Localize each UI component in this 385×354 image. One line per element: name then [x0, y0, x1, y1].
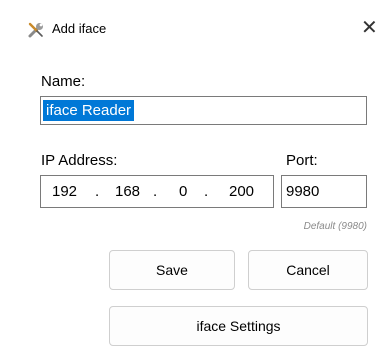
- ip-octet-4[interactable]: 200: [229, 183, 254, 200]
- cancel-button[interactable]: Cancel: [248, 250, 368, 290]
- ip-octet-1[interactable]: 192: [52, 183, 77, 200]
- name-label: Name:: [41, 73, 86, 90]
- port-default-hint: Default (9980): [303, 221, 367, 232]
- tools-icon: [28, 22, 43, 38]
- close-button[interactable]: ✕: [361, 10, 385, 46]
- window-title: Add iface: [52, 21, 107, 36]
- ip-octet-3[interactable]: 0: [179, 183, 187, 200]
- ip-octet-2[interactable]: 168: [115, 183, 140, 200]
- title-bar: Add iface ✕: [0, 0, 385, 54]
- ip-separator: .: [204, 183, 209, 200]
- ip-address-label: IP Address:: [41, 152, 118, 169]
- add-iface-dialog: Add iface ✕ Name: iface Reader IP Addres…: [0, 0, 385, 354]
- ip-separator: .: [153, 183, 158, 200]
- name-value: iface Reader: [43, 100, 135, 121]
- ip-separator: .: [95, 183, 100, 200]
- ip-address-input[interactable]: 192 . 168 . 0 . 200: [40, 175, 274, 208]
- save-button[interactable]: Save: [109, 250, 235, 290]
- port-label: Port:: [286, 152, 318, 169]
- port-input[interactable]: 9980: [281, 175, 367, 208]
- iface-settings-button[interactable]: iface Settings: [109, 306, 368, 346]
- name-input[interactable]: iface Reader: [40, 96, 367, 125]
